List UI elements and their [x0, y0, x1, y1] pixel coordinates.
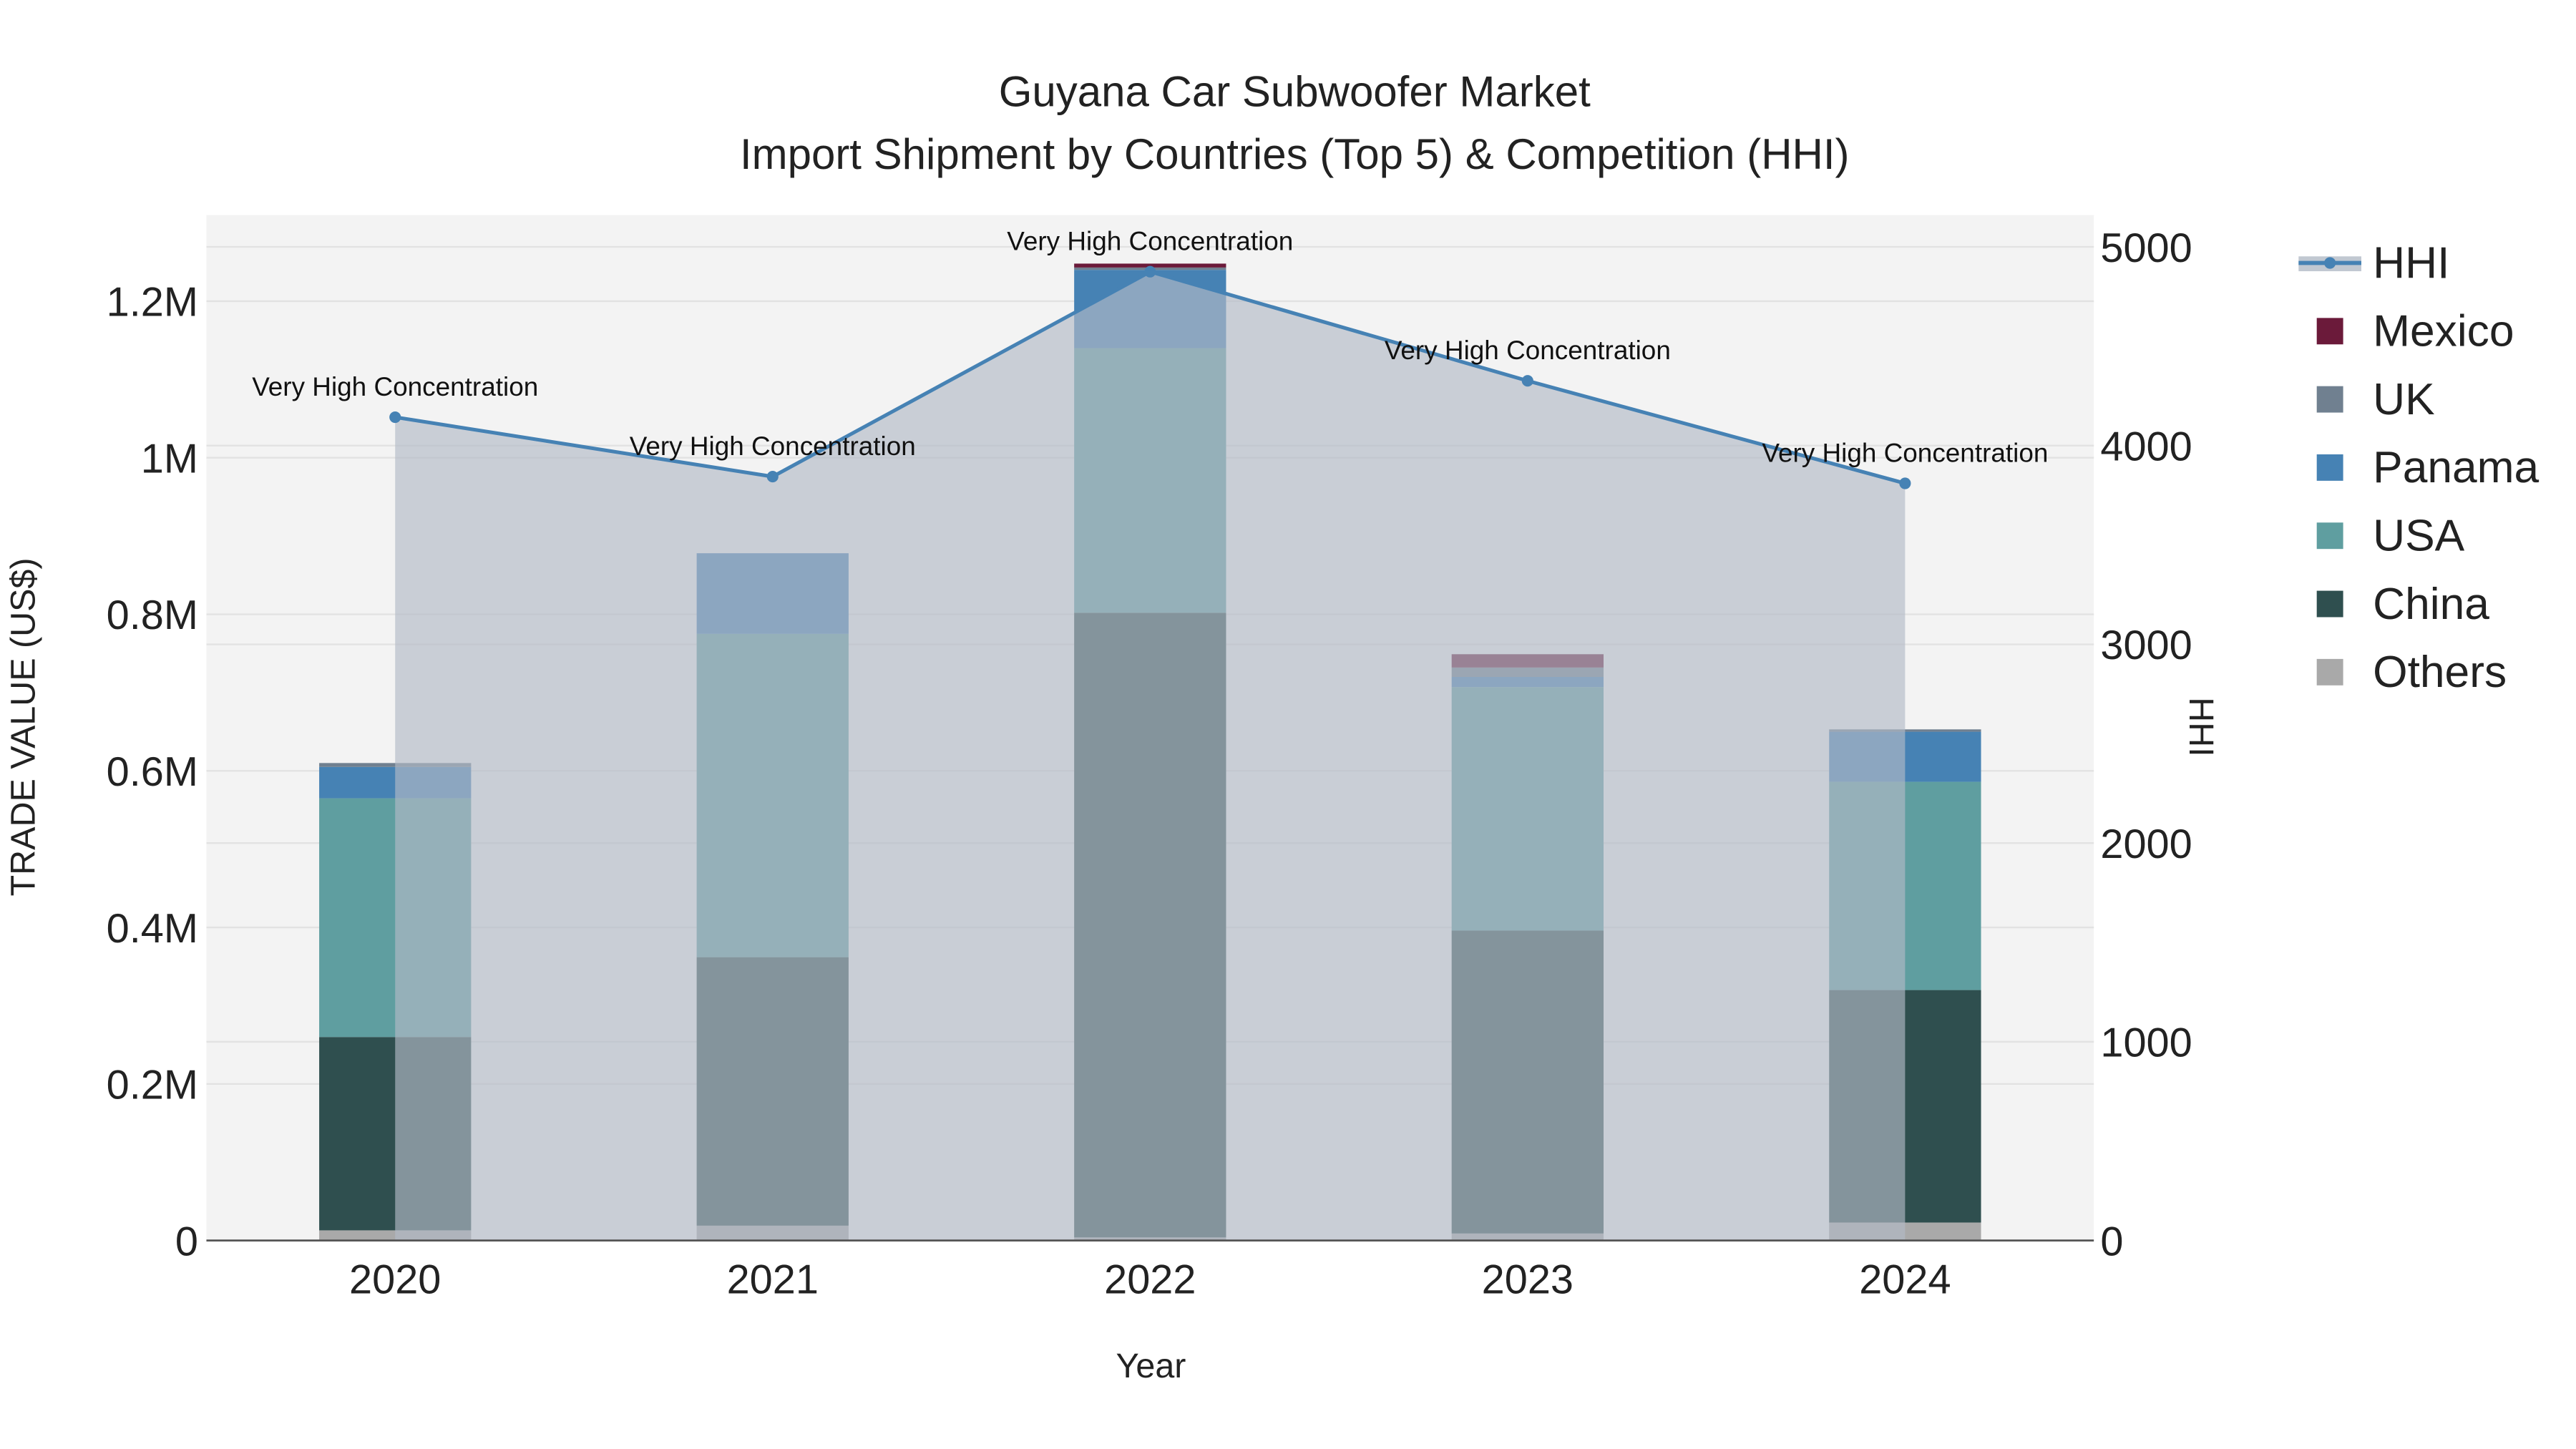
legend-hhi-marker: [2324, 257, 2336, 269]
hhi-annotation: Very High Concentration: [1007, 227, 1293, 256]
legend-label: UK: [2373, 375, 2435, 424]
x-axis-label: Year: [1116, 1347, 1186, 1385]
legend-label: Mexico: [2373, 307, 2514, 356]
hhi-point: [1899, 477, 1911, 489]
x-tick-label: 2024: [1859, 1257, 1951, 1303]
legend-swatch-uk: [2316, 386, 2343, 413]
legend-swatch-others: [2316, 658, 2343, 686]
legend-label: USA: [2373, 512, 2465, 561]
hhi-annotation: Very High Concentration: [1385, 336, 1671, 365]
hhi-point: [1144, 265, 1156, 278]
y-tick-label: 0.6M: [107, 749, 198, 795]
legend-label: Panama: [2373, 443, 2539, 492]
y-tick-label: 0.8M: [107, 592, 198, 638]
x-tick-label: 2021: [727, 1257, 819, 1303]
y2-tick-label: 5000: [2100, 225, 2192, 271]
hhi-annotation: Very High Concentration: [630, 431, 916, 461]
y2-tick-label: 4000: [2100, 424, 2192, 470]
y-tick-label: 1M: [141, 436, 198, 482]
legend-swatch-mexico: [2316, 318, 2343, 345]
hhi-point: [389, 411, 401, 424]
y-tick-label: 0.2M: [107, 1063, 198, 1108]
y2-tick-label: 1000: [2100, 1020, 2192, 1066]
chart: Very High Concentration Very High Concent…: [4, 67, 2540, 1385]
legend-label: HHI: [2373, 238, 2449, 288]
hhi-point: [1521, 375, 1533, 387]
chart-subtitle: Import Shipment by Countries (Top 5) & C…: [740, 130, 1850, 178]
hhi-annotation: Very High Concentration: [1762, 439, 2048, 468]
chart-title: Guyana Car Subwoofer Market: [999, 67, 1591, 115]
x-tick-label: 2020: [349, 1257, 441, 1303]
legend-label: China: [2373, 580, 2489, 629]
legend-label: Others: [2373, 648, 2507, 697]
y-tick-label: 0: [175, 1219, 198, 1264]
hhi-annotation: Very High Concentration: [252, 372, 538, 401]
y2-tick-label: 0: [2100, 1219, 2123, 1264]
x-tick-label: 2022: [1104, 1257, 1196, 1303]
legend-swatch-panama: [2316, 454, 2343, 481]
legend: HHI Mexico UK Panama USA China Others: [2298, 238, 2540, 697]
legend-swatch-usa: [2316, 522, 2343, 550]
x-tick-label: 2023: [1482, 1257, 1574, 1303]
y-tick-label: 0.4M: [107, 906, 198, 952]
y-axis-label: TRADE VALUE (US$): [4, 557, 42, 896]
y2-tick-label: 3000: [2100, 623, 2192, 668]
y2-axis-label: HHI: [2182, 697, 2220, 756]
y-tick-label: 1.2M: [107, 280, 198, 326]
hhi-point: [766, 470, 779, 483]
legend-swatch-china: [2316, 590, 2343, 618]
y2-tick-label: 2000: [2100, 821, 2192, 867]
